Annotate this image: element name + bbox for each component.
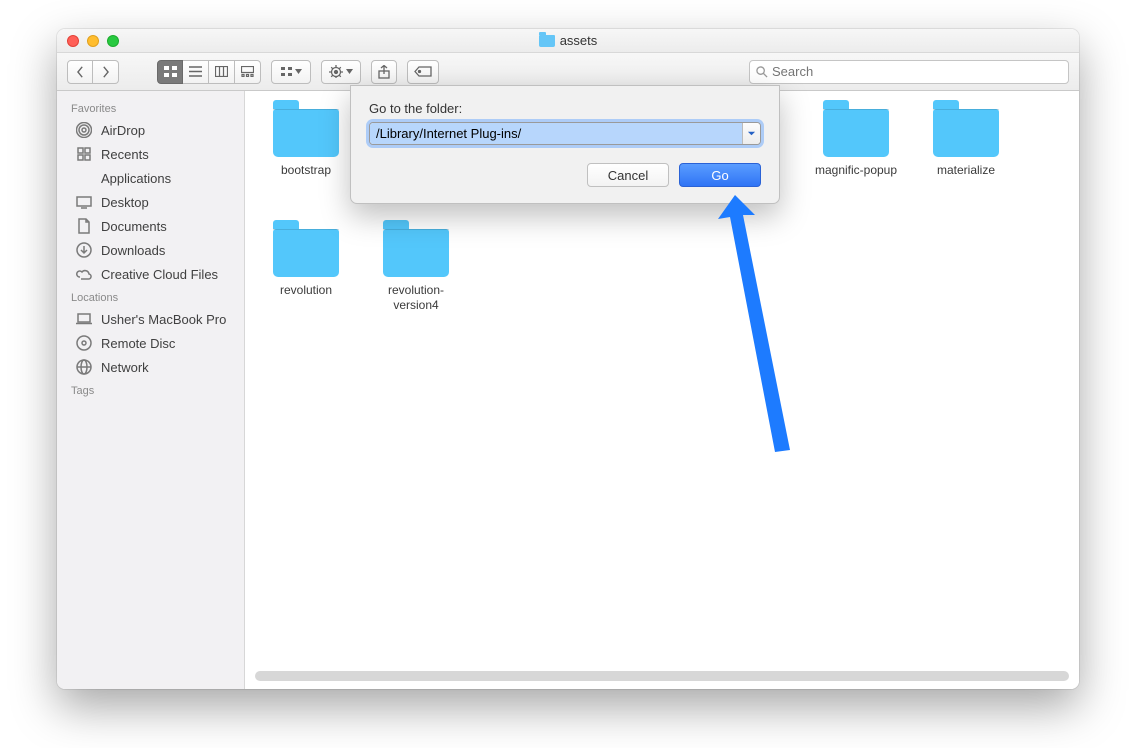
sidebar-label: Recents — [101, 147, 149, 162]
folder-icon — [933, 109, 999, 157]
tags-button[interactable] — [407, 60, 439, 84]
sidebar-label: Usher's MacBook Pro — [101, 312, 226, 327]
sidebar-item-desktop[interactable]: Desktop — [57, 190, 244, 214]
arrange-button-group — [271, 60, 311, 84]
action-button-group — [321, 60, 361, 84]
file-item[interactable]: magnific-popup — [801, 109, 911, 229]
sidebar-label: Documents — [101, 219, 167, 234]
gallery-view-button[interactable] — [235, 60, 261, 84]
sidebar-item-macbook[interactable]: Usher's MacBook Pro — [57, 307, 244, 331]
maximize-window-button[interactable] — [107, 35, 119, 47]
recents-icon — [75, 145, 93, 163]
chevron-down-icon — [747, 129, 756, 138]
folder-icon — [383, 229, 449, 277]
folder-icon — [539, 35, 555, 47]
list-view-button[interactable] — [183, 60, 209, 84]
go-to-folder-dialog: Go to the folder: Cancel Go — [350, 85, 780, 204]
window-title-text: assets — [560, 33, 598, 48]
file-item[interactable]: materialize — [911, 109, 1021, 229]
share-button-group — [371, 60, 397, 84]
search-icon — [756, 66, 768, 78]
sidebar: Favorites AirDrop Recents Applications D… — [57, 91, 245, 689]
column-view-button[interactable] — [209, 60, 235, 84]
sidebar-label: Applications — [101, 171, 171, 186]
favorites-header: Favorites — [57, 97, 244, 118]
tags-header: Tags — [57, 379, 244, 400]
airdrop-icon — [75, 121, 93, 139]
locations-header: Locations — [57, 286, 244, 307]
sidebar-item-remote-disc[interactable]: Remote Disc — [57, 331, 244, 355]
dialog-actions: Cancel Go — [369, 163, 761, 187]
laptop-icon — [75, 310, 93, 328]
nav-buttons — [67, 60, 119, 84]
sidebar-item-airdrop[interactable]: AirDrop — [57, 118, 244, 142]
folder-icon — [273, 229, 339, 277]
file-item[interactable]: revolution-version4 — [361, 229, 471, 349]
downloads-icon — [75, 241, 93, 259]
view-mode-buttons — [157, 60, 261, 84]
sidebar-item-network[interactable]: Network — [57, 355, 244, 379]
back-button[interactable] — [67, 60, 93, 84]
sidebar-item-documents[interactable]: Documents — [57, 214, 244, 238]
sidebar-item-applications[interactable]: Applications — [57, 166, 244, 190]
arrange-button[interactable] — [271, 60, 311, 84]
folder-path-combo[interactable] — [369, 122, 761, 145]
close-window-button[interactable] — [67, 35, 79, 47]
file-name: magnific-popup — [815, 163, 897, 178]
file-item[interactable]: bootstrap — [251, 109, 361, 229]
action-button[interactable] — [321, 60, 361, 84]
file-name: materialize — [937, 163, 995, 178]
network-icon — [75, 358, 93, 376]
forward-button[interactable] — [93, 60, 119, 84]
documents-icon — [75, 217, 93, 235]
dialog-label: Go to the folder: — [369, 101, 761, 116]
desktop-icon — [75, 193, 93, 211]
tags-button-group — [407, 60, 439, 84]
sidebar-item-creative-cloud[interactable]: Creative Cloud Files — [57, 262, 244, 286]
file-item[interactable]: revolution — [251, 229, 361, 349]
minimize-window-button[interactable] — [87, 35, 99, 47]
file-name: revolution-version4 — [366, 283, 466, 313]
icon-view-button[interactable] — [157, 60, 183, 84]
titlebar: assets — [57, 29, 1079, 53]
sidebar-label: Downloads — [101, 243, 165, 258]
search-field[interactable] — [749, 60, 1069, 84]
go-button[interactable]: Go — [679, 163, 761, 187]
folder-path-input[interactable] — [370, 123, 742, 144]
sidebar-item-recents[interactable]: Recents — [57, 142, 244, 166]
creative-cloud-icon — [75, 265, 93, 283]
share-button[interactable] — [371, 60, 397, 84]
folder-icon — [273, 109, 339, 157]
sidebar-item-downloads[interactable]: Downloads — [57, 238, 244, 262]
file-name: bootstrap — [281, 163, 331, 178]
applications-icon — [75, 169, 93, 187]
file-name: revolution — [280, 283, 332, 298]
dropdown-button[interactable] — [742, 123, 760, 144]
traffic-lights — [67, 35, 119, 47]
sidebar-label: Remote Disc — [101, 336, 175, 351]
cancel-button[interactable]: Cancel — [587, 163, 669, 187]
folder-icon — [823, 109, 889, 157]
window-title: assets — [539, 33, 598, 48]
sidebar-label: Network — [101, 360, 149, 375]
horizontal-scrollbar[interactable] — [255, 671, 1069, 681]
sidebar-label: Creative Cloud Files — [101, 267, 218, 282]
sidebar-label: Desktop — [101, 195, 149, 210]
disc-icon — [75, 334, 93, 352]
search-input[interactable] — [772, 64, 1062, 79]
sidebar-label: AirDrop — [101, 123, 145, 138]
